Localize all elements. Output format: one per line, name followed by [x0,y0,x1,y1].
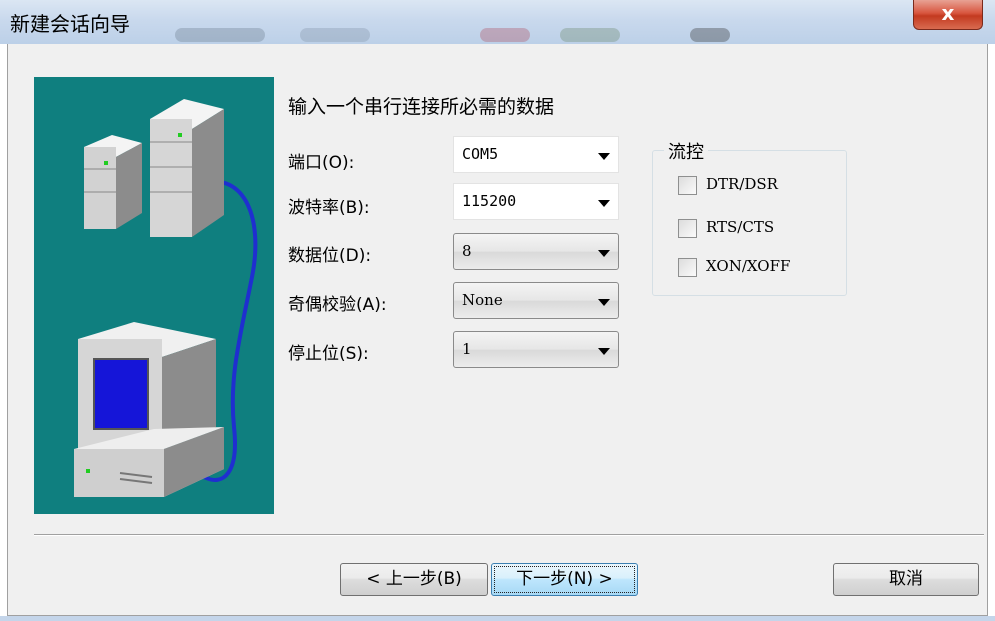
small-server-icon [84,135,142,229]
back-button-label: < 上一步(B) [366,569,462,589]
window-title: 新建会话向导 [10,12,130,36]
data-bits-select[interactable]: 8 [453,233,619,270]
stop-bits-select[interactable]: 1 [453,331,619,368]
flow-control-title: 流控 [664,138,708,164]
parity-label: 奇偶校验(A): [288,295,387,315]
xon-xoff-label[interactable]: XON/XOFF [706,257,790,275]
chevron-down-icon[interactable] [598,200,610,207]
port-value: COM5 [462,145,499,163]
baud-rate-label: 波特率(B): [288,198,370,218]
chevron-down-icon [598,348,610,355]
data-bits-label: 数据位(D): [288,246,372,266]
rts-cts-label[interactable]: RTS/CTS [706,218,774,236]
chevron-down-icon [598,299,610,306]
separator-line [34,534,984,536]
close-icon: x [941,1,955,25]
dtr-dsr-checkbox[interactable] [678,176,697,195]
server-icon [150,99,224,237]
window-bottom-border [0,616,995,621]
port-combo[interactable]: COM5 [453,136,619,173]
port-label: 端口(O): [288,153,355,173]
rts-cts-checkbox[interactable] [678,219,697,238]
chevron-down-icon[interactable] [598,153,610,160]
cancel-button[interactable]: 取消 [833,563,979,596]
wizard-heading: 输入一个串行连接所必需的数据 [288,96,555,118]
baud-rate-value: 115200 [462,192,517,210]
next-button[interactable]: 下一步(N) > [491,563,638,596]
parity-select[interactable]: None [453,282,619,319]
stop-bits-value: 1 [462,340,472,358]
title-bar[interactable]: 新建会话向导 x [0,0,995,44]
parity-value: None [462,291,503,309]
xon-xoff-checkbox[interactable] [678,258,697,277]
back-button[interactable]: < 上一步(B) [340,563,488,596]
cancel-button-label: 取消 [889,569,923,589]
wizard-illustration [34,77,274,514]
stop-bits-label: 停止位(S): [288,344,369,364]
computer-icon [74,322,224,497]
chevron-down-icon [598,250,610,257]
monitor-screen [93,358,149,430]
close-button[interactable]: x [913,0,983,30]
dtr-dsr-label[interactable]: DTR/DSR [706,175,778,193]
baud-rate-combo[interactable]: 115200 [453,183,619,220]
data-bits-value: 8 [462,242,472,260]
